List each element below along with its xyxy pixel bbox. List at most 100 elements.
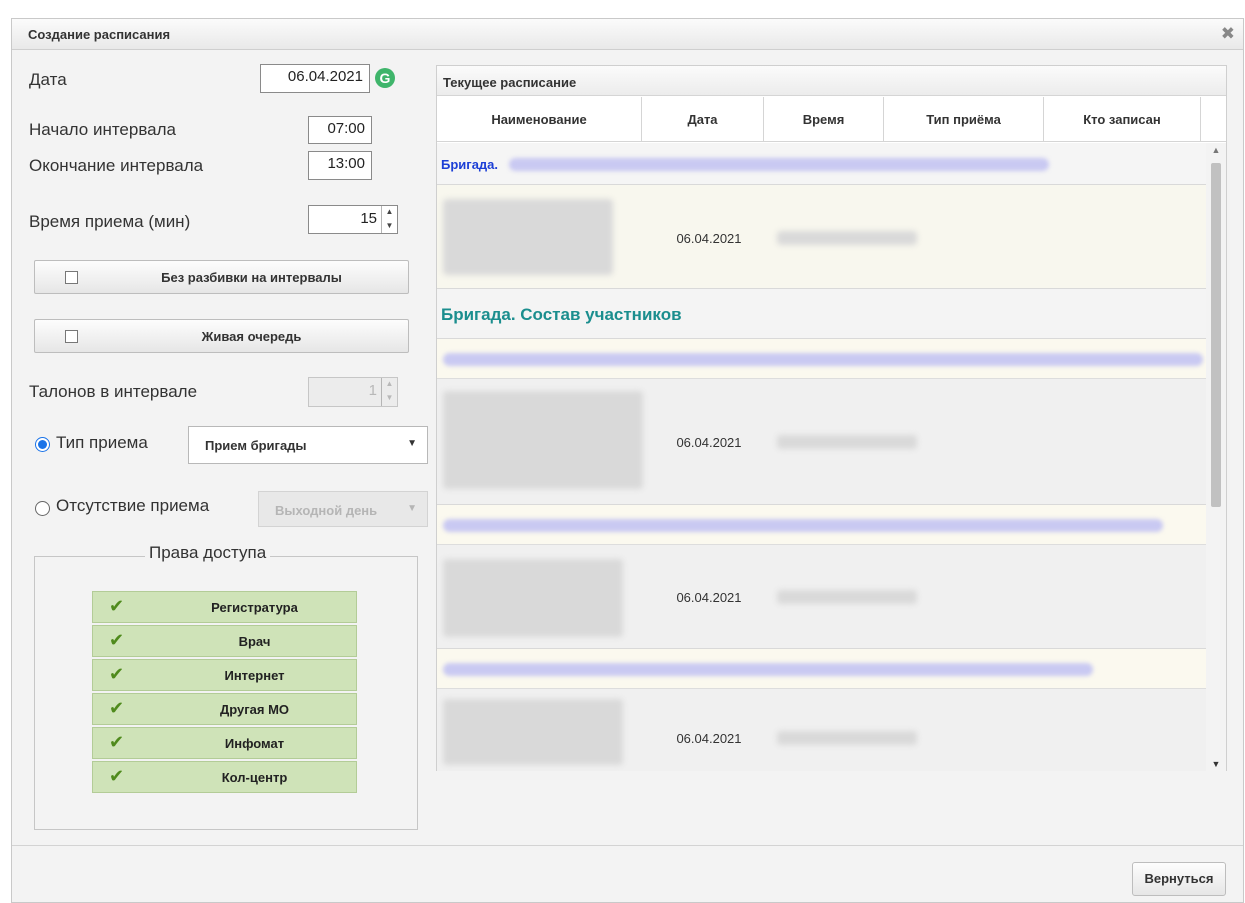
interval-start-field[interactable]: 07:00 (308, 116, 372, 144)
vertical-scrollbar[interactable]: ▲ ▼ (1206, 143, 1226, 771)
reception-type-radio[interactable] (35, 437, 50, 452)
redacted-text (443, 699, 623, 765)
access-item-other-mo[interactable]: ✔ Другая МО (92, 693, 357, 725)
access-item-label: Регистратура (211, 600, 298, 615)
table-row[interactable]: 06.04.2021 (437, 689, 1207, 771)
reception-type-label: Тип приема (56, 433, 148, 452)
subgroup-header[interactable] (437, 505, 1207, 545)
dialog-titlebar: Создание расписания ✖ (12, 19, 1243, 50)
redacted-text (777, 435, 917, 449)
absence-label: Отсутствие приема (56, 496, 210, 515)
scroll-up-icon[interactable]: ▲ (1206, 145, 1226, 155)
access-item-label: Интернет (224, 668, 285, 683)
current-schedule-panel: Текущее расписание Наименование Дата Вре… (436, 65, 1227, 771)
subgroup-header[interactable] (437, 649, 1207, 689)
group-header-brigade[interactable]: Бригада. (437, 143, 1207, 185)
interval-end-label: Окончание интервала (29, 156, 204, 175)
redacted-text (443, 663, 1093, 676)
row-date: 06.04.2021 (676, 590, 742, 605)
back-button[interactable]: Вернуться (1132, 862, 1226, 896)
live-queue-label: Живая очередь (201, 329, 302, 344)
stepper-down-icon[interactable]: ▼ (382, 220, 397, 234)
tickets-label: Талонов в интервале (29, 382, 198, 401)
redacted-text (777, 590, 917, 604)
absence-select: Выходной день ▼ (258, 491, 428, 527)
redacted-text (443, 199, 613, 275)
interval-start-label: Начало интервала (29, 120, 177, 139)
checkmark-icon: ✔ (109, 664, 125, 684)
tickets-value: 1 (368, 382, 377, 399)
panel-title: Текущее расписание (443, 75, 577, 90)
tickets-stepper-arrows: ▲ ▼ (381, 378, 397, 406)
group-title-small: Бригада. (441, 157, 499, 172)
reception-type-value: Прием бригады (205, 438, 307, 453)
access-item-label: Кол-центр (221, 770, 288, 785)
schedule-table-header: Наименование Дата Время Тип приёма Кто з… (437, 97, 1226, 142)
chevron-down-icon: ▼ (407, 503, 417, 514)
no-intervals-checkbox[interactable] (65, 271, 78, 284)
row-date: 06.04.2021 (676, 231, 742, 246)
access-item-infomat[interactable]: ✔ Инфомат (92, 727, 357, 759)
redacted-text (443, 391, 643, 489)
stepper-arrows[interactable]: ▲ ▼ (381, 206, 397, 233)
column-header-type[interactable]: Тип приёма (884, 97, 1044, 142)
table-row[interactable]: 06.04.2021 (437, 185, 1207, 289)
reception-time-value: 15 (360, 210, 377, 227)
date-label: Дата (29, 70, 67, 89)
redacted-text (777, 231, 917, 245)
access-rights-legend: Права доступа (145, 543, 271, 563)
interval-end-field[interactable]: 13:00 (308, 151, 372, 180)
access-item-internet[interactable]: ✔ Интернет (92, 659, 357, 691)
scrollbar-thumb[interactable] (1211, 163, 1221, 507)
dialog-title: Создание расписания (28, 27, 171, 42)
live-queue-button[interactable]: Живая очередь (34, 319, 409, 353)
no-intervals-label: Без разбивки на интервалы (161, 270, 342, 285)
chevron-down-icon: ▼ (407, 438, 417, 449)
access-item-label: Инфомат (224, 736, 285, 751)
redacted-text (509, 158, 1049, 171)
checkmark-icon: ✔ (109, 698, 125, 718)
checkmark-icon: ✔ (109, 732, 125, 752)
table-row[interactable]: 06.04.2021 (437, 545, 1207, 649)
checkmark-icon: ✔ (109, 766, 125, 786)
absence-value: Выходной день (275, 503, 378, 518)
reception-time-label: Время приема (мин) (29, 212, 191, 231)
group-title-large: Бригада. Состав участников (441, 305, 682, 324)
stepper-up-icon: ▲ (385, 379, 394, 388)
absence-radio[interactable] (35, 501, 50, 516)
access-item-label: Другая МО (219, 702, 290, 717)
row-date: 06.04.2021 (676, 435, 742, 450)
access-rights-group: Права доступа ✔ Регистратура ✔ Врач ✔ Ин… (34, 543, 418, 830)
group-header-brigade-members[interactable]: Бригада. Состав участников (437, 289, 1207, 339)
reception-type-select[interactable]: Прием бригады ▼ (188, 426, 428, 464)
close-icon[interactable]: ✖ (1221, 24, 1235, 44)
redacted-text (443, 353, 1203, 366)
column-header-name[interactable]: Наименование (437, 97, 642, 142)
tickets-stepper: 1 ▲ ▼ (308, 377, 398, 407)
stepper-down-icon: ▼ (385, 393, 394, 402)
subgroup-header[interactable] (437, 339, 1207, 379)
access-item-label: Врач (238, 634, 271, 649)
column-header-booked[interactable]: Кто записан (1044, 97, 1201, 142)
column-header-date[interactable]: Дата (642, 97, 764, 142)
footer-divider (12, 845, 1243, 846)
stepper-up-icon[interactable]: ▲ (382, 206, 397, 220)
access-item-call-center[interactable]: ✔ Кол-центр (92, 761, 357, 793)
no-intervals-button[interactable]: Без разбивки на интервалы (34, 260, 409, 294)
access-item-registry[interactable]: ✔ Регистратура (92, 591, 357, 623)
redacted-text (443, 519, 1163, 532)
table-row[interactable]: 06.04.2021 (437, 379, 1207, 505)
checkmark-icon: ✔ (109, 596, 125, 616)
scroll-down-icon[interactable]: ▼ (1206, 759, 1226, 769)
live-queue-checkbox[interactable] (65, 330, 78, 343)
panel-title-bar: Текущее расписание (437, 66, 1226, 96)
redacted-text (777, 731, 917, 745)
schedule-table-body[interactable]: Бригада. 06.04.2021 Бригада. Состав учас… (437, 143, 1207, 771)
reception-time-stepper[interactable]: 15 ▲ ▼ (308, 205, 398, 234)
access-item-doctor[interactable]: ✔ Врач (92, 625, 357, 657)
checkmark-icon: ✔ (109, 630, 125, 650)
row-date: 06.04.2021 (676, 731, 742, 746)
refresh-icon[interactable]: G (375, 68, 395, 88)
column-header-time[interactable]: Время (764, 97, 884, 142)
date-field[interactable]: 06.04.2021 (260, 64, 370, 93)
